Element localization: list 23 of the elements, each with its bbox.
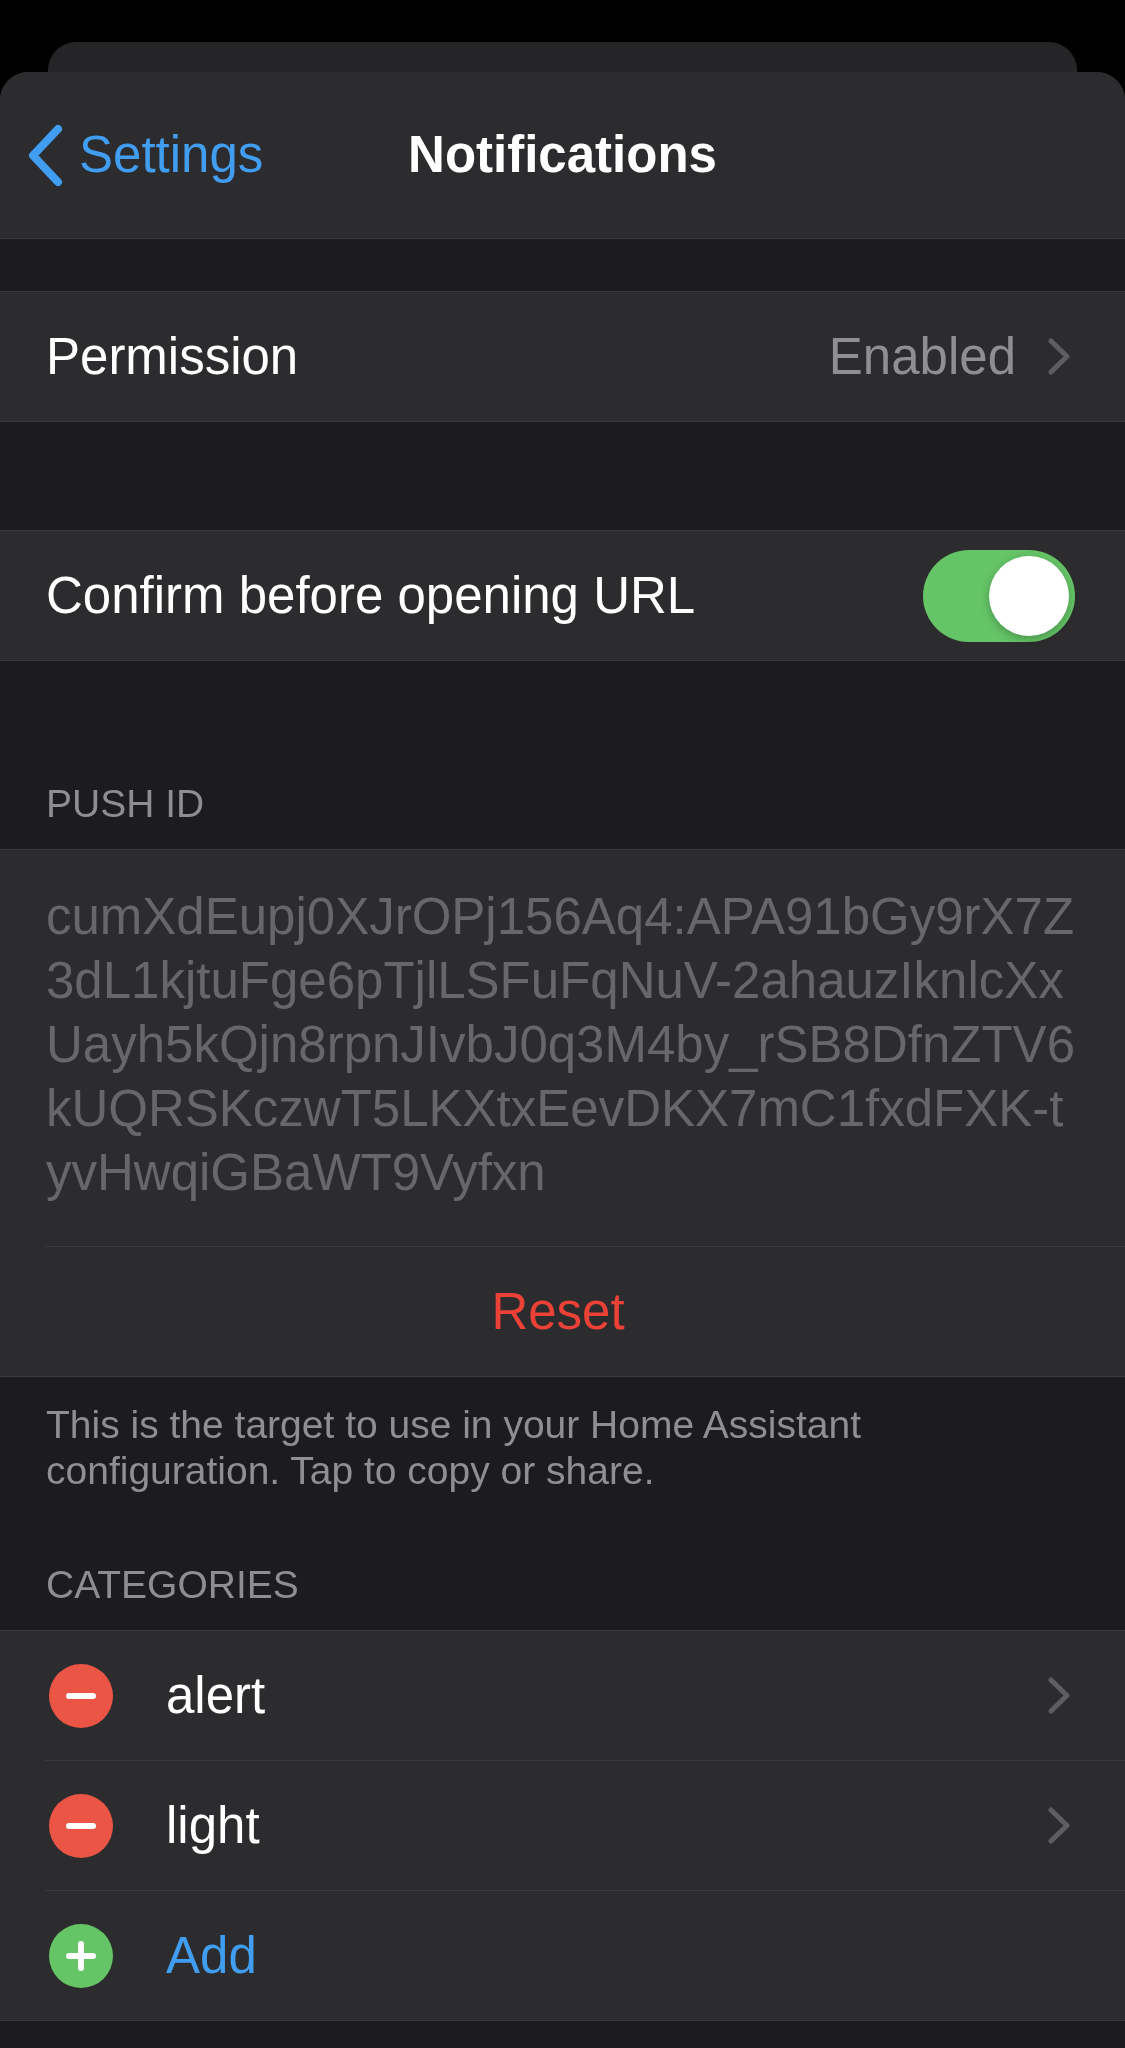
- reset-button[interactable]: Reset: [0, 1247, 1125, 1376]
- chevron-icon: [1048, 1807, 1070, 1844]
- chevron-icon: [1048, 338, 1070, 375]
- chevron-icon: [1048, 1677, 1070, 1714]
- back-button[interactable]: Settings: [27, 123, 264, 187]
- add-button[interactable]: Add: [0, 1891, 1125, 2020]
- list-row[interactable]: alert: [0, 1631, 1125, 1760]
- section-header: PUSH ID: [45, 781, 206, 827]
- row-value: Enabled: [828, 326, 1016, 387]
- remove-circle-icon[interactable]: [49, 1663, 113, 1728]
- list-row[interactable]: Permission Enabled: [0, 292, 1125, 421]
- row-label: light: [166, 1795, 260, 1856]
- screen-title: Notifications: [408, 125, 717, 185]
- row-label: Permission: [46, 326, 299, 387]
- section-header: CATEGORIES: [45, 1562, 300, 1608]
- row-label: Confirm before opening URL: [46, 565, 696, 626]
- list-row[interactable]: light: [0, 1761, 1125, 1890]
- chevron-left-icon: [27, 123, 63, 187]
- row-label: alert: [166, 1665, 266, 1726]
- remove-circle-icon[interactable]: [49, 1793, 113, 1858]
- section-footer: This is the target to use in your Home Assistant configuration. Tap to copy or share.: [0, 1377, 1125, 1494]
- push-id-text: cumXdEupj0XJrOPj156Aq4:APA91bGy9rX7Z3dL1kjtuFge6pTjlLSFuFqNuV-2ahauzIknlcXxUayh5kQjn8rpnJIvbJ0q3M4by_rSB8DfnZTV6kUQRSKczwT5LKXtxEevDKX7mC1fxdFXK-tyvHwqiGBaWT9Vyfxn: [46, 887, 1076, 1203]
- add-circle-icon: [49, 1923, 113, 1988]
